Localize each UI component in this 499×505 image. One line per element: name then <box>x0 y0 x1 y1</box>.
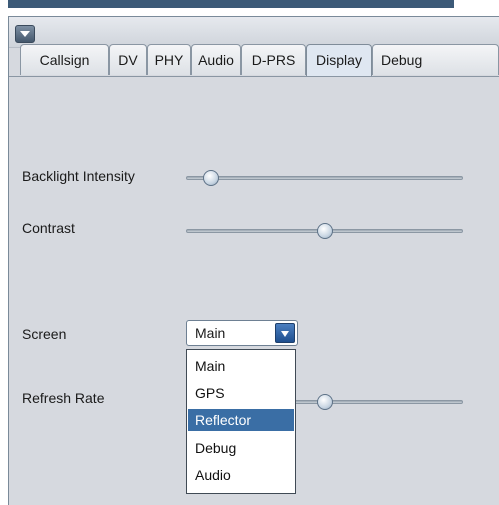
backlight-intensity-slider[interactable] <box>186 170 463 186</box>
screen-select[interactable]: Main <box>186 320 298 346</box>
backlight-intensity-label: Backlight Intensity <box>22 168 135 184</box>
slider-thumb[interactable] <box>316 223 333 239</box>
chevron-down-icon[interactable] <box>275 323 295 343</box>
tab-dv[interactable]: DV <box>109 44 147 75</box>
slider-thumb[interactable] <box>202 170 219 186</box>
desktop-top-strip <box>0 0 499 16</box>
background-window-edge <box>8 0 454 8</box>
tab-display[interactable]: Display <box>306 44 372 77</box>
screen-option-main[interactable]: Main <box>188 355 294 377</box>
tab-audio[interactable]: Audio <box>191 44 241 75</box>
tab-debug[interactable]: Debug <box>372 44 499 75</box>
slider-thumb[interactable] <box>316 394 333 410</box>
contrast-slider[interactable] <box>186 223 463 239</box>
screen-option-reflector[interactable]: Reflector <box>188 409 294 431</box>
tab-phy[interactable]: PHY <box>147 44 191 75</box>
contrast-label: Contrast <box>22 220 75 236</box>
screen-select-value: Main <box>195 325 226 341</box>
tab-callsign[interactable]: Callsign <box>20 44 109 75</box>
slider-track <box>186 176 463 180</box>
refresh-rate-label: Refresh Rate <box>22 390 105 406</box>
screen-option-debug[interactable]: Debug <box>188 437 294 459</box>
window-menu-button[interactable] <box>15 25 35 43</box>
screen-label: Screen <box>22 326 67 342</box>
screen-options-list: Main GPS Reflector Debug Audio <box>186 349 296 494</box>
screen-option-audio[interactable]: Audio <box>188 464 294 486</box>
tab-d-prs[interactable]: D-PRS <box>241 44 306 75</box>
screen-option-gps[interactable]: GPS <box>188 382 294 404</box>
